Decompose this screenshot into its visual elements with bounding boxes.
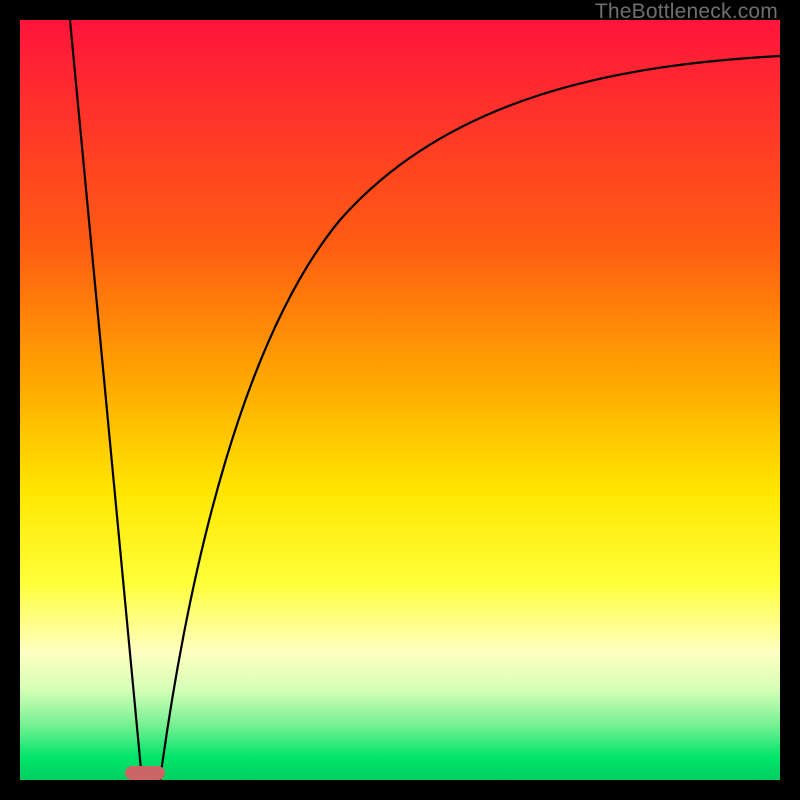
bottleneck-curve (20, 20, 780, 780)
optimal-range-marker (125, 766, 165, 780)
watermark-text: TheBottleneck.com (595, 0, 778, 24)
curve-left-branch (70, 20, 142, 780)
chart-frame: TheBottleneck.com (0, 0, 800, 800)
curve-right-branch (160, 56, 780, 780)
plot-area (20, 20, 780, 780)
